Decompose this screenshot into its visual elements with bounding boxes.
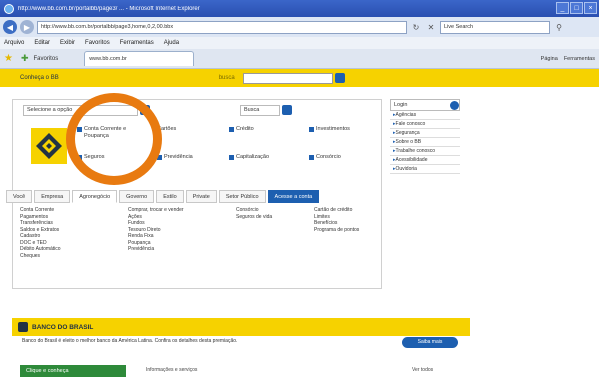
bb-top-bar: Conheça o BB busca xyxy=(0,69,599,87)
bb-top-link[interactable]: Conheça o BB xyxy=(20,75,59,81)
maximize-button[interactable]: □ xyxy=(570,2,583,14)
quick-search[interactable]: Busca xyxy=(240,104,280,116)
menu-item-view[interactable]: Exibir xyxy=(60,40,75,46)
link-item[interactable]: Débito Automático xyxy=(20,246,61,253)
command-tools[interactable]: Ferramentas xyxy=(564,56,595,62)
browser-tab[interactable]: www.bb.com.br xyxy=(84,51,195,66)
menu-item-edit[interactable]: Editar xyxy=(34,40,50,46)
login-box[interactable]: Login xyxy=(390,99,460,111)
stop-icon[interactable]: ✕ xyxy=(425,21,437,33)
service-investments[interactable]: Investimentos xyxy=(309,126,377,133)
band-title: BANCO DO BRASIL xyxy=(32,323,94,331)
back-button[interactable]: ◀ xyxy=(3,20,17,34)
bb-search-button[interactable] xyxy=(334,73,345,83)
menu-bar: Arquivo Editar Exibir Favoritos Ferramen… xyxy=(0,37,599,49)
category-tabs: Você Empresa Agronegócio Governo Estilo … xyxy=(6,190,320,203)
right-link-accessibility[interactable]: Acessibilidade xyxy=(390,156,460,165)
right-link-security[interactable]: Segurança xyxy=(390,129,460,138)
bb-logo-icon xyxy=(36,133,62,159)
link-item[interactable]: Comprar, trocar e vender xyxy=(128,207,184,214)
service-pension[interactable]: Previdência xyxy=(157,154,223,161)
footer-text: Informações e serviços xyxy=(146,367,198,373)
window-title: http://www.bb.com.br/portalbb/page3/ ...… xyxy=(18,5,200,12)
highlight-circle xyxy=(66,93,162,185)
right-link-about[interactable]: Sobre o BB xyxy=(390,138,460,147)
login-go-icon[interactable] xyxy=(450,100,459,110)
band-notice: Banco do Brasil é eleito o melhor banco … xyxy=(22,338,238,344)
link-column-1: Conta Corrente Pagamentos Transferências… xyxy=(20,207,61,259)
tab-voce[interactable]: Você xyxy=(6,190,33,203)
service-cards[interactable]: Cartões xyxy=(157,126,217,133)
menu-item-tools[interactable]: Ferramentas xyxy=(120,40,154,46)
service-capitalization[interactable]: Capitalização xyxy=(229,154,299,161)
bb-band-icon xyxy=(18,322,28,332)
tab-empresa[interactable]: Empresa xyxy=(34,190,71,203)
close-button[interactable]: × xyxy=(584,2,597,14)
quick-search-go[interactable] xyxy=(282,105,292,115)
link-column-3: Consórcio Seguros de vida xyxy=(236,207,272,220)
link-column-4: Cartão de crédito Limites Benefícios Pro… xyxy=(314,207,359,233)
service-bullet-icon xyxy=(309,127,314,132)
footer-link[interactable]: Ver todos xyxy=(412,367,433,373)
bb-search-input[interactable] xyxy=(242,72,333,84)
add-favorite-icon[interactable]: ✚ xyxy=(21,53,29,64)
favorites-bar: ★ ✚ Favoritos www.bb.com.br Página Ferra… xyxy=(0,49,599,69)
right-link-careers[interactable]: Trabalhe conosco xyxy=(390,147,460,156)
tab-agronegocio[interactable]: Agronegócio xyxy=(72,190,118,203)
right-link-contact[interactable]: Fale conosco xyxy=(390,120,460,129)
search-icon[interactable]: ⚲ xyxy=(553,21,565,33)
menu-item-file[interactable]: Arquivo xyxy=(4,40,24,46)
favorites-label[interactable]: Favoritos xyxy=(34,56,59,62)
service-bullet-icon xyxy=(229,155,234,160)
bb-logo xyxy=(31,128,67,164)
minimize-button[interactable]: _ xyxy=(556,2,569,14)
right-link-agencies[interactable]: Agências xyxy=(390,111,460,120)
command-bar: Página Ferramentas xyxy=(541,56,599,62)
refresh-icon[interactable]: ↻ xyxy=(410,21,422,33)
link-item[interactable]: Programa de pontos xyxy=(314,227,359,234)
link-item[interactable]: Seguros de vida xyxy=(236,214,272,221)
window-controls: _ □ × xyxy=(556,2,597,14)
forward-button[interactable]: ▶ xyxy=(20,20,34,34)
menu-item-help[interactable]: Ajuda xyxy=(164,40,179,46)
bb-search-label: busca xyxy=(218,75,235,81)
tab-private[interactable]: Private xyxy=(185,190,217,203)
window-titlebar: http://www.bb.com.br/portalbb/page3/ ...… xyxy=(0,0,599,17)
tab-governo[interactable]: Governo xyxy=(119,190,155,203)
service-consortium[interactable]: Consórcio xyxy=(309,154,377,161)
search-input[interactable]: Live Search xyxy=(440,20,550,34)
green-banner[interactable]: Clique e conheça xyxy=(20,365,126,377)
right-panel: Login Agências Fale conosco Segurança So… xyxy=(390,99,460,174)
link-item[interactable]: Previdência xyxy=(128,246,184,253)
address-toolbar: ◀ ▶ http://www.bb.com.br/portalbb/page3,… xyxy=(0,17,599,37)
internet-explorer-icon xyxy=(4,3,14,14)
bb-news-band: BANCO DO BRASIL xyxy=(12,318,470,336)
link-item[interactable]: Cheques xyxy=(20,253,61,260)
service-credit[interactable]: Crédito xyxy=(229,126,299,133)
menu-item-favorites[interactable]: Favoritos xyxy=(85,40,110,46)
tab-estilo[interactable]: Estilo xyxy=(156,190,184,203)
tab-acesse-conta[interactable]: Acesse a conta xyxy=(267,190,320,203)
address-field[interactable]: http://www.bb.com.br/portalbb/page3,home… xyxy=(37,20,407,34)
service-bullet-icon xyxy=(309,155,314,160)
band-button[interactable]: Saiba mais xyxy=(402,337,458,348)
command-page[interactable]: Página xyxy=(541,56,558,62)
service-bullet-icon xyxy=(229,127,234,132)
link-column-2: Comprar, trocar e vender Ações Fundos Te… xyxy=(128,207,184,253)
right-link-ombudsman[interactable]: Ouvidoria xyxy=(390,165,460,174)
star-icon[interactable]: ★ xyxy=(4,53,13,64)
tab-setor-publico[interactable]: Setor Público xyxy=(218,190,266,203)
